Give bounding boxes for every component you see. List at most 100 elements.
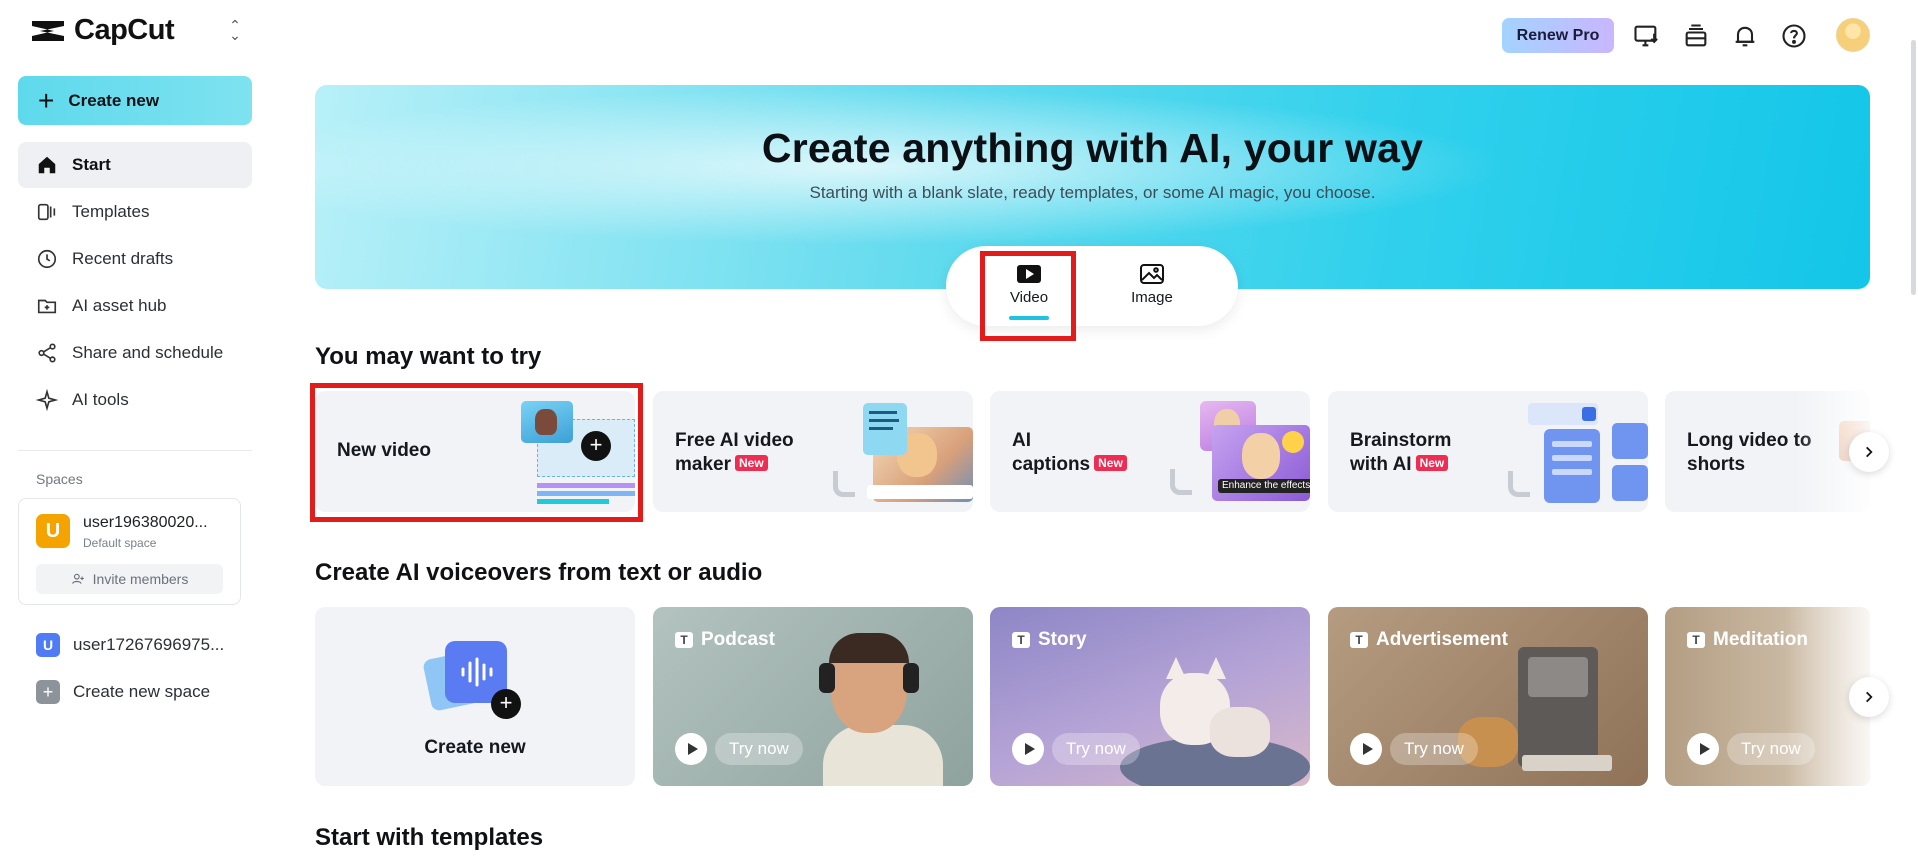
projects-stack-icon[interactable] <box>1682 22 1710 50</box>
voiceover-label: Story <box>1038 629 1087 650</box>
plus-icon: + <box>491 689 521 719</box>
user-avatar[interactable] <box>1836 18 1870 52</box>
sidebar-item-ai-asset-hub[interactable]: AI asset hub <box>18 283 252 329</box>
other-space-item[interactable]: U user17267696975... <box>36 633 224 657</box>
card-label: New video <box>337 440 431 461</box>
sidebar-item-ai-tools[interactable]: AI tools <box>18 377 252 423</box>
card-label-line1: Brainstorm <box>1350 430 1452 451</box>
capcut-logo[interactable]: CapCut <box>30 14 175 47</box>
templates-icon <box>37 203 56 221</box>
plus-icon: + <box>36 680 60 704</box>
voiceover-label: Podcast <box>701 629 775 650</box>
sidebar-item-label: Recent drafts <box>72 249 174 268</box>
download-desktop-icon[interactable] <box>1632 22 1660 50</box>
text-icon: T <box>1012 632 1030 648</box>
templates-section-title: Start with templates <box>315 824 544 851</box>
hero-subtitle: Starting with a blank slate, ready templ… <box>809 183 1376 202</box>
new-badge: New <box>735 455 768 471</box>
tab-image[interactable]: Image <box>1112 263 1192 306</box>
invite-members-label: Invite members <box>92 571 189 587</box>
card-label-line2: maker <box>675 454 731 475</box>
sidebar-item-templates[interactable]: Templates <box>18 189 252 235</box>
ai-captions-card[interactable]: AI captions New Enhance the effects <box>990 391 1310 512</box>
sidebar-item-label: Templates <box>72 202 150 221</box>
brainstorm-with-ai-card[interactable]: Brainstorm with AI New <box>1328 391 1648 512</box>
create-new-space-label: Create new space <box>73 682 211 701</box>
podcast-person-image <box>803 625 943 786</box>
plus-icon: + <box>38 84 55 116</box>
sidebar-item-share-and-schedule[interactable]: Share and schedule <box>18 330 252 376</box>
image-icon <box>1140 264 1164 284</box>
invite-members-button[interactable]: Invite members <box>36 564 223 594</box>
app-name: CapCut <box>74 14 175 46</box>
space-name: user17267696975... <box>73 635 225 654</box>
tab-label: Video <box>1009 289 1049 306</box>
voiceover-card-meditation[interactable]: T Meditation Try now <box>1665 607 1870 786</box>
hero-title: Create anything with AI, your way <box>761 125 1424 171</box>
new-badge: New <box>1415 455 1449 471</box>
voiceover-next-arrow-button[interactable] <box>1849 677 1889 717</box>
try-now-button[interactable]: Try now <box>715 733 803 765</box>
text-icon: T <box>675 632 693 648</box>
create-new-space-button[interactable]: + Create new space <box>36 680 210 704</box>
chevron-right-icon <box>1866 691 1873 703</box>
chevron-right-icon <box>1866 446 1873 458</box>
voiceover-card-advertisement[interactable]: T Advertisement Try now <box>1328 607 1648 786</box>
space-name: user196380020... <box>83 514 208 531</box>
sidebar-item-label: AI tools <box>72 390 129 409</box>
help-icon[interactable] <box>1780 22 1808 50</box>
sidebar-item-label: AI asset hub <box>72 296 167 315</box>
space-avatar: U <box>36 633 60 657</box>
new-badge: New <box>1094 455 1127 471</box>
create-new-label: Create new <box>68 90 160 110</box>
play-button[interactable] <box>675 733 707 765</box>
sidebar-item-recent-drafts[interactable]: Recent drafts <box>18 236 252 282</box>
card-label-line1: Free AI video <box>675 430 794 451</box>
play-button[interactable] <box>1350 733 1382 765</box>
renew-pro-button[interactable]: Renew Pro <box>1502 18 1614 53</box>
card-label-line2: with AI <box>1350 454 1412 475</box>
new-video-card[interactable]: New video + <box>315 391 635 512</box>
sidebar-item-start[interactable]: Start <box>18 142 252 188</box>
voiceover-title: T Story <box>1012 629 1087 651</box>
tab-video[interactable]: Video <box>989 263 1069 320</box>
active-tab-indicator <box>1009 316 1049 320</box>
caption-overlay-text: Enhance the effects <box>1218 479 1310 493</box>
coffee-machine-image <box>1458 637 1648 786</box>
current-space-card[interactable]: U user196380020... Default space Invite … <box>18 498 241 605</box>
play-button[interactable] <box>1687 733 1719 765</box>
plus-icon: + <box>581 431 611 461</box>
voiceover-title: T Advertisement <box>1350 629 1508 651</box>
try-next-arrow-button[interactable] <box>1849 432 1889 472</box>
voiceover-title: T Podcast <box>675 629 775 651</box>
sidebar-item-label: Start <box>72 155 111 174</box>
spaces-heading: Spaces <box>36 471 83 487</box>
voiceover-create-new-card[interactable]: + Create new <box>315 607 635 786</box>
card-label: Free AI video maker New <box>675 429 794 477</box>
free-ai-video-maker-card[interactable]: Free AI video maker New <box>653 391 973 512</box>
card-label: AI captions New <box>1012 429 1127 477</box>
voiceover-card-story[interactable]: T Story Try now <box>990 607 1310 786</box>
try-now-button[interactable]: Try now <box>1052 733 1140 765</box>
microphone-illustration: + <box>422 641 523 721</box>
create-new-button[interactable]: + Create new <box>18 76 252 125</box>
long-video-to-shorts-card[interactable]: Long video to shorts <box>1665 391 1870 512</box>
story-cat-image <box>1110 637 1310 786</box>
waveform-icon <box>461 657 493 687</box>
card-label-line2: shorts <box>1687 454 1746 475</box>
page-scrollbar[interactable] <box>1911 40 1916 295</box>
voiceover-card-podcast[interactable]: T Podcast Try now <box>653 607 973 786</box>
try-now-button[interactable]: Try now <box>1390 733 1478 765</box>
sidebar: CapCut ⌃ ⌄ + Create new Start Templates R… <box>0 0 270 859</box>
bell-icon[interactable] <box>1731 22 1759 50</box>
try-section-title: You may want to try <box>315 343 542 370</box>
folder-icon <box>37 299 57 314</box>
video-play-icon <box>1017 265 1041 283</box>
mode-switch: Video Image <box>946 246 1238 326</box>
text-icon: T <box>1350 632 1368 648</box>
workspace-switch-icon[interactable]: ⌃ ⌄ <box>226 18 244 42</box>
new-video-illustration: + <box>521 401 635 512</box>
brainstorm-illustration <box>1508 403 1648 512</box>
play-button[interactable] <box>1012 733 1044 765</box>
create-new-label: Create new <box>424 737 526 758</box>
